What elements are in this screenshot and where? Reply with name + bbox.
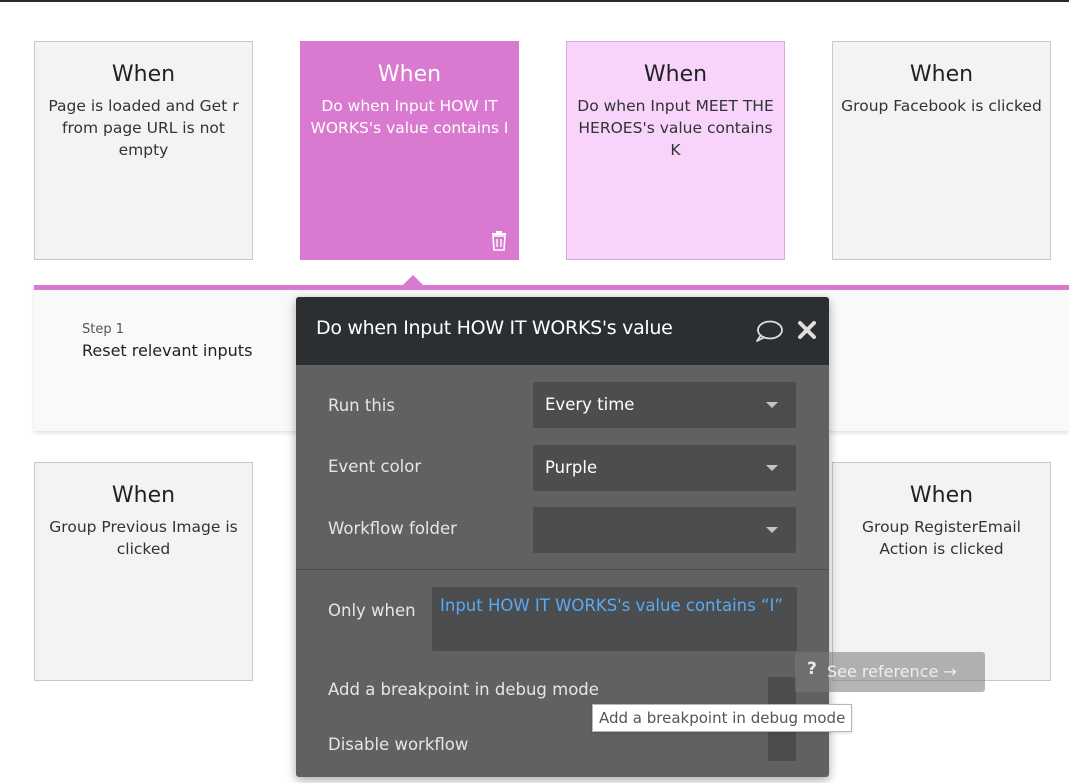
panel-title: Do when Input HOW IT WORKS's value conta… — [316, 317, 678, 339]
event-card-group-previous-image[interactable]: When Group Previous Image is clicked — [34, 462, 253, 681]
event-when-label: When — [909, 483, 974, 508]
event-when-label: When — [111, 483, 176, 508]
event-when-label: When — [111, 62, 176, 87]
event-description: Do when Input HOW IT WORKS's value conta… — [310, 97, 509, 137]
comment-icon[interactable] — [754, 319, 784, 343]
event-card-group-facebook[interactable]: When Group Facebook is clicked — [832, 41, 1051, 260]
step-number-label: Step 1 — [82, 322, 125, 337]
run-this-label: Run this — [328, 396, 395, 415]
event-color-value: Purple — [545, 458, 598, 477]
step-action-name: Reset relevant inputs — [82, 341, 253, 360]
top-border — [0, 0, 1069, 2]
event-description: Group Facebook is clicked — [841, 97, 1042, 115]
chevron-down-icon — [766, 402, 778, 408]
close-icon[interactable] — [796, 319, 818, 341]
run-this-dropdown[interactable]: Every time — [533, 382, 796, 428]
see-reference-button[interactable]: ? See reference → — [795, 652, 985, 692]
breakpoint-checkbox[interactable] — [768, 677, 796, 701]
see-reference-label: See reference → — [827, 662, 957, 681]
help-icon: ? — [807, 659, 817, 679]
panel-divider — [296, 569, 829, 570]
event-description: Page is loaded and Get r from page URL i… — [48, 97, 239, 159]
workflow-folder-dropdown[interactable] — [533, 507, 796, 553]
event-card-page-loaded[interactable]: When Page is loaded and Get r from page … — [34, 41, 253, 260]
event-card-group-registeremail[interactable]: When Group RegisterEmail Action is click… — [832, 462, 1051, 681]
only-when-expression[interactable]: Input HOW IT WORKS's value contains “I” — [432, 587, 797, 651]
panel-header[interactable]: Do when Input HOW IT WORKS's value conta… — [296, 297, 829, 365]
event-description: Group RegisterEmail Action is clicked — [862, 518, 1021, 558]
only-when-label: Only when — [328, 601, 416, 620]
run-this-value: Every time — [545, 395, 635, 414]
event-card-meet-the-heroes[interactable]: When Do when Input MEET THE HEROES's val… — [566, 41, 785, 260]
chevron-down-icon — [766, 465, 778, 471]
event-description: Do when Input MEET THE HEROES's value co… — [577, 97, 774, 159]
trash-icon[interactable] — [490, 231, 508, 251]
event-card-how-it-works[interactable]: When Do when Input HOW IT WORKS's value … — [300, 41, 519, 260]
workflow-folder-label: Workflow folder — [328, 519, 457, 538]
event-color-dropdown[interactable]: Purple — [533, 445, 796, 491]
chevron-down-icon — [766, 527, 778, 533]
event-when-label: When — [643, 62, 708, 87]
breakpoint-tooltip: Add a breakpoint in debug mode — [592, 704, 853, 732]
event-description: Group Previous Image is clicked — [49, 518, 238, 558]
event-when-label: When — [909, 62, 974, 87]
breakpoint-label: Add a breakpoint in debug mode — [328, 680, 599, 699]
disable-workflow-label: Disable workflow — [328, 735, 469, 754]
event-color-label: Event color — [328, 457, 422, 476]
step-1[interactable]: Step 1 Reset relevant inputs — [82, 322, 252, 360]
event-when-label: When — [377, 62, 442, 87]
